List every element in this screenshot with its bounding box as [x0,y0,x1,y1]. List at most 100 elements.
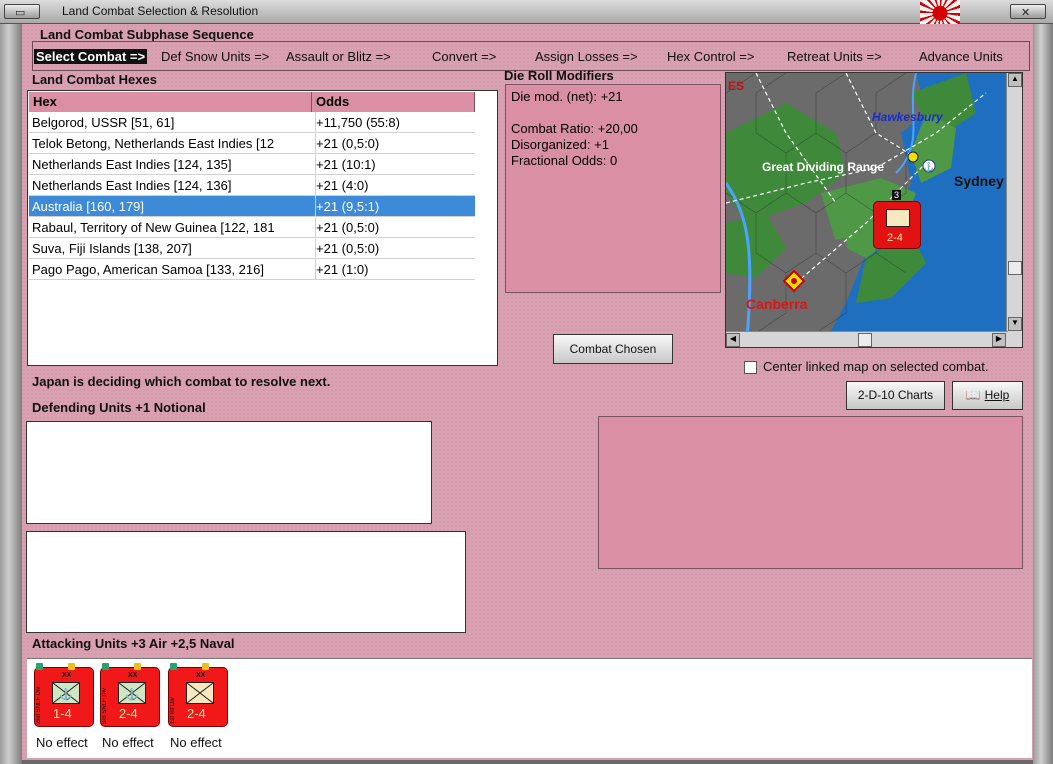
svg-text:⚓: ⚓ [125,688,139,701]
sequence-step-retreat: Retreat Units => [787,49,882,64]
scroll-down-arrow-icon[interactable]: ▼ [1008,317,1022,331]
modifiers-panel: Die mod. (net): +21 Combat Ratio: +20,00… [505,84,721,293]
scroll-h-thumb[interactable] [858,333,872,347]
anchor-infantry-icon: ⚓ [118,682,146,704]
modifiers-heading: Die Roll Modifiers [504,68,614,83]
scroll-v-thumb[interactable] [1008,261,1022,275]
sequence-step-hex-control: Hex Control => [667,49,755,64]
sequence-step-advance: Advance Units [919,49,1003,64]
unit-size: XX [128,672,138,679]
book-icon: 📖 [965,388,981,402]
map-label-region: Great Dividing Range [762,160,885,174]
status-pip [202,663,209,670]
status-pip [102,663,109,670]
unit-size: XX [196,672,206,679]
map-label-corner: ES [728,79,745,93]
hex-cell: Netherlands East Indies [124, 135] [32,157,232,172]
hex-cell: Australia [160, 179] [32,199,145,214]
table-row[interactable]: Pago Pago, American Samoa [133, 216] +21… [29,259,475,280]
status-message: Japan is deciding which combat to resolv… [32,374,331,389]
column-header-odds[interactable]: Odds [312,92,475,112]
modifier-line: Fractional Odds: 0 [511,153,618,168]
table-row[interactable]: Netherlands East Indies [124, 136] +21 (… [29,175,475,196]
hex-cell: Suva, Fiji Islands [138, 207] [32,241,192,256]
unit-name: 2nd SNLF Div [36,686,42,724]
unit-effect: No effect [170,735,222,750]
hexes-table[interactable]: Hex Odds Belgorod, USSR [51, 61] +11,750… [27,90,498,366]
unit-name: 1st Inf Div [170,697,176,724]
unit-symbol-icon [886,209,910,227]
map-label-sydney: Sydney [954,173,1004,189]
modifier-spacer [511,105,715,121]
table-row[interactable]: Rabaul, Territory of New Guinea [122, 18… [29,217,475,238]
center-map-label: Center linked map on selected combat. [763,359,989,374]
left-frame-rail [0,24,22,764]
status-pip [68,663,75,670]
sequence-heading: Land Combat Subphase Sequence [40,27,254,42]
odds-cell: +21 (0,5:0) [316,136,380,151]
right-frame-rail [1033,24,1053,764]
unit-counter[interactable]: XX 3rd SNLF Div ⚓ 2-4 [100,663,160,727]
hexes-heading: Land Combat Hexes [32,72,157,87]
results-panel [598,416,1023,569]
scroll-left-arrow-icon[interactable]: ◀ [726,333,740,347]
sequence-step-assault: Assault or Blitz => [286,49,391,64]
status-pip [170,663,177,670]
table-row-selected[interactable]: Australia [160, 179] +21 (9,5:1) [29,196,475,217]
sequence-step-def-snow: Def Snow Units => [161,49,270,64]
sequence-step-assign-losses: Assign Losses => [535,49,638,64]
title-bar: ▭ Land Combat Selection & Resolution ✕ [0,0,1053,24]
scroll-up-arrow-icon[interactable]: ▲ [1008,73,1022,87]
map-horizontal-scrollbar[interactable]: ◀ ▶ [726,331,1008,347]
hex-cell: Pago Pago, American Samoa [133, 216] [32,262,264,277]
unit-name: 3rd SNLF Div [102,687,108,724]
scroll-right-arrow-icon[interactable]: ▶ [992,333,1006,347]
linked-map[interactable]: ⚓ ES Hawkesbury Great Dividing Range Syd… [725,72,1023,348]
defending-heading: Defending Units +1 Notional [32,400,206,415]
unit-strength: 2-4 [187,706,206,721]
unit-counter[interactable]: XX 1st Inf Div 2-4 [168,663,228,727]
table-row[interactable]: Belgorod, USSR [51, 61] +11,750 (55:8) [29,112,475,133]
defending-units-panel [26,421,432,524]
column-header-hex[interactable]: Hex [29,92,312,112]
map-vertical-scrollbar[interactable]: ▲ ▼ [1006,73,1022,347]
window-title: Land Combat Selection & Resolution [62,4,259,18]
odds-cell: +21 (0,5:0) [316,220,380,235]
help-button[interactable]: 📖 Help [952,381,1023,410]
sequence-step-convert: Convert => [432,49,497,64]
map-label-canberra: Canberra [746,296,808,312]
unit-strength: 1-4 [53,706,72,721]
status-pip [134,663,141,670]
hex-cell: Belgorod, USSR [51, 61] [32,115,175,130]
hex-cell: Telok Betong, Netherlands East Indies [1… [32,136,275,151]
table-row[interactable]: Netherlands East Indies [124, 135] +21 (… [29,154,475,175]
svg-text:⚓: ⚓ [923,161,934,172]
window-menu-button[interactable]: ▭ [4,4,40,19]
status-pip [36,663,43,670]
unit-counter[interactable]: XX 2nd SNLF Div ⚓ 1-4 [34,663,94,727]
attacking-units-strip: XX 2nd SNLF Div ⚓ 1-4 No effect XX 3rd S… [27,658,1032,758]
unit-strength: 2-4 [887,232,903,244]
odds-cell: +21 (1:0) [316,262,369,277]
unit-strength: 2-4 [119,706,138,721]
rising-sun-flag-icon [920,0,960,24]
table-row[interactable]: Telok Betong, Netherlands East Indies [1… [29,133,475,154]
center-map-checkbox[interactable] [744,361,757,374]
odds-cell: +21 (0,5:0) [316,241,380,256]
combat-chosen-button[interactable]: Combat Chosen [553,334,673,364]
modifier-line: Die mod. (net): +21 [511,89,623,104]
odds-cell: +21 (9,5:1) [316,199,380,214]
hex-cell: Rabaul, Territory of New Guinea [122, 18… [32,220,275,235]
close-button[interactable]: ✕ [1010,4,1046,19]
charts-button[interactable]: 2-D-10 Charts [846,381,945,410]
anchor-infantry-icon: ⚓ [52,682,80,704]
sequence-step-select-combat: Select Combat => [34,49,148,64]
unit-size: XX [62,672,72,679]
odds-cell: +21 (4:0) [316,178,369,193]
map-label-hawkesbury: Hawkesbury [872,110,943,124]
table-row[interactable]: Suva, Fiji Islands [138, 207] +21 (0,5:0… [29,238,475,259]
infantry-icon [186,682,214,704]
attacking-heading: Attacking Units +3 Air +2,5 Naval [32,636,235,651]
hex-cell: Netherlands East Indies [124, 136] [32,178,232,193]
map-unit-stack[interactable]: 3 2-4 [873,190,921,249]
